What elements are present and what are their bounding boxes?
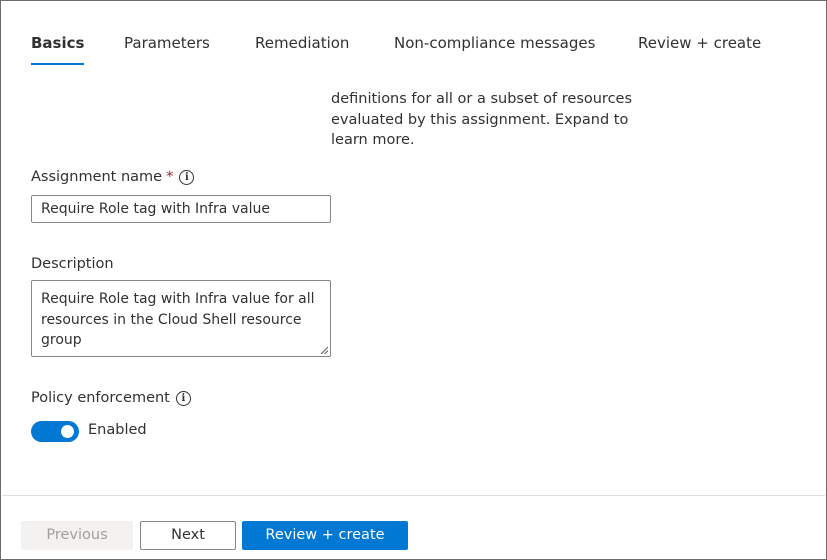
info-balloon-text: definitions for all or a subset of resou… [331,91,633,148]
toggle-knob [61,425,74,438]
tab-review-create[interactable]: Review + create [638,33,761,65]
next-button[interactable]: Next [140,521,236,550]
assignment-name-label: Assignment name * i [31,169,195,185]
footer-divider [2,495,825,496]
tab-basics[interactable]: Basics [31,33,85,65]
required-marker: * [166,169,174,185]
tab-non-compliance-messages[interactable]: Non-compliance messages [394,33,595,65]
previous-button[interactable]: Previous [21,521,133,550]
policy-enforcement-state: Enabled [88,422,147,438]
description-text: Require Role tag with Infra value for al… [41,291,315,348]
policy-enforcement-label-text: Policy enforcement [31,390,170,406]
policy-enforcement-toggle[interactable] [31,421,79,442]
policy-assignment-panel: Basics Parameters Remediation Non-compli… [0,0,827,560]
info-icon[interactable]: i [175,390,191,406]
review-create-button[interactable]: Review + create [242,521,408,550]
assignment-name-label-text: Assignment name [31,169,163,185]
info-icon[interactable]: i [179,169,195,185]
tab-parameters[interactable]: Parameters [124,33,210,65]
description-textarea[interactable]: Require Role tag with Infra value for al… [31,280,331,357]
tab-remediation[interactable]: Remediation [255,33,349,65]
description-label: Description [31,256,114,272]
policy-enforcement-label: Policy enforcement i [31,390,191,406]
resize-grip-icon[interactable] [320,346,328,354]
assignment-name-input[interactable] [31,195,331,223]
